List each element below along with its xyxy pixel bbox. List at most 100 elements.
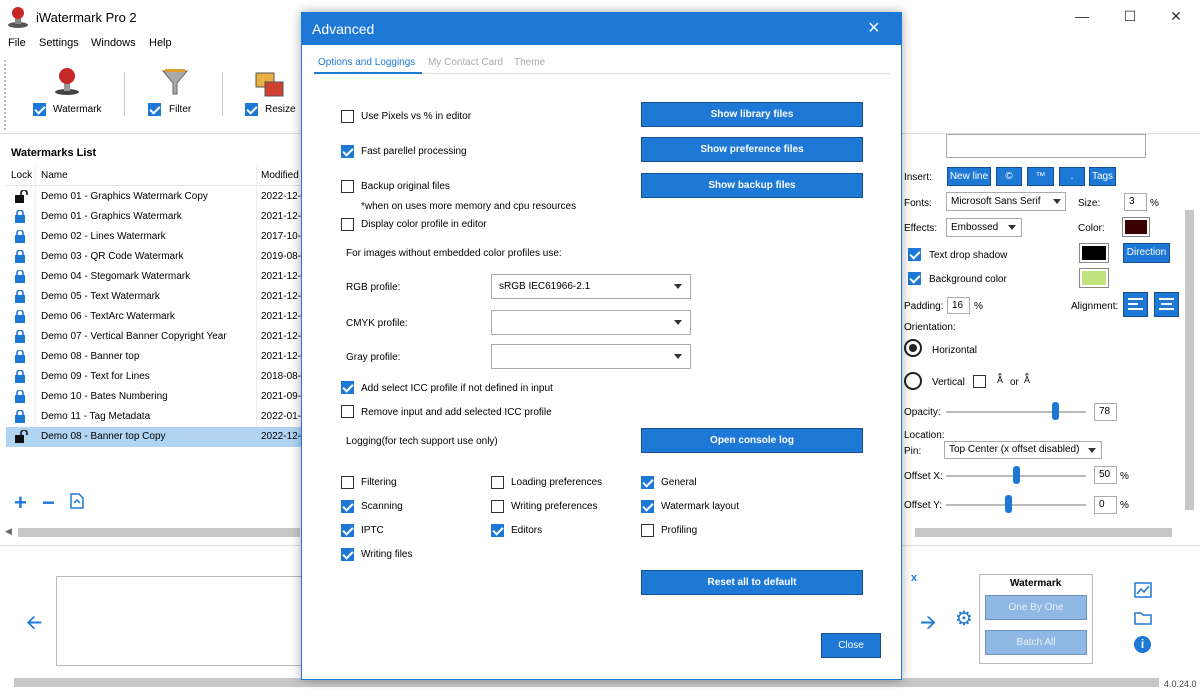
remove-icc-checkbox[interactable] <box>341 405 354 418</box>
lock-icon[interactable] <box>14 269 26 286</box>
table-row[interactable]: Demo 11 - Tag Metadata 2022-01- <box>6 407 302 427</box>
log-writing-prefs-checkbox[interactable] <box>491 500 504 513</box>
folder-open-icon[interactable] <box>1134 610 1152 629</box>
background-color-checkbox[interactable] <box>908 272 921 285</box>
display-color-profile-checkbox[interactable] <box>341 218 354 231</box>
menu-settings[interactable]: Settings <box>39 37 79 49</box>
vertical-radio[interactable] <box>904 372 922 390</box>
table-row[interactable]: Demo 07 - Vertical Banner Copyright Year… <box>6 327 302 347</box>
table-row[interactable]: Demo 08 - Banner top 2021-12- <box>6 347 302 367</box>
resize-images-icon[interactable] <box>255 70 285 100</box>
info-icon[interactable]: i <box>1134 636 1151 653</box>
offset-y-slider[interactable] <box>946 504 1086 506</box>
log-profiling-checkbox[interactable] <box>641 524 654 537</box>
align-center-icon[interactable] <box>1154 292 1179 317</box>
padding-input[interactable]: 16 <box>947 297 970 314</box>
insert-new-line-button[interactable]: New line <box>947 167 991 186</box>
fast-parallel-checkbox[interactable] <box>341 145 354 158</box>
text-color-swatch[interactable] <box>1122 217 1150 237</box>
filter-checkbox[interactable] <box>148 103 161 116</box>
watermark-text-input[interactable] <box>946 134 1146 158</box>
table-row[interactable]: Demo 08 - Banner top Copy 2022-12- <box>6 427 302 447</box>
log-filtering-checkbox[interactable] <box>341 476 354 489</box>
one-by-one-button[interactable]: One By One <box>985 595 1087 620</box>
table-row[interactable]: Demo 03 - QR Code Watermark 2019-08- <box>6 247 302 267</box>
unlock-icon[interactable] <box>14 429 28 446</box>
log-editors-checkbox[interactable] <box>491 524 504 537</box>
dialog-close-icon[interactable]: × <box>868 17 880 40</box>
table-row[interactable]: Demo 02 - Lines Watermark 2017-10- <box>6 227 302 247</box>
duplicate-watermark-icon[interactable] <box>70 493 84 512</box>
image-preview-icon[interactable] <box>1134 582 1152 601</box>
use-pixels-checkbox[interactable] <box>341 110 354 123</box>
rotate-text-up-icon[interactable]: Aͤ <box>997 375 1003 385</box>
lock-icon[interactable] <box>14 409 26 426</box>
add-icc-checkbox[interactable] <box>341 381 354 394</box>
offset-y-input[interactable]: 0 <box>1094 496 1117 514</box>
panel-vertical-scrollbar[interactable] <box>1185 210 1194 510</box>
table-row[interactable]: Demo 10 - Bates Numbering 2021-09- <box>6 387 302 407</box>
gray-profile-select[interactable] <box>491 344 691 369</box>
filter-funnel-icon[interactable] <box>160 68 190 98</box>
log-general-checkbox[interactable] <box>641 476 654 489</box>
lock-icon[interactable] <box>14 369 26 386</box>
effects-dropdown-icon[interactable] <box>1008 225 1016 230</box>
opacity-slider[interactable] <box>946 411 1086 413</box>
insert-trademark-button[interactable]: ™ <box>1027 167 1054 186</box>
tab-theme[interactable]: Theme <box>514 57 545 68</box>
unlock-icon[interactable] <box>14 189 28 206</box>
shadow-color-swatch[interactable] <box>1079 243 1109 263</box>
table-row[interactable]: Demo 01 - Graphics Watermark Copy 2022-12… <box>6 187 302 207</box>
opacity-slider-handle[interactable] <box>1052 402 1060 420</box>
close-window-icon[interactable]: ✕ <box>1164 6 1188 26</box>
vertical-rotate-checkbox[interactable] <box>973 375 986 388</box>
show-library-files-button[interactable]: Show library files <box>641 102 863 127</box>
settings-gear-icon[interactable]: ⚙ <box>955 606 973 631</box>
lock-icon[interactable] <box>14 209 26 226</box>
lock-icon[interactable] <box>14 349 26 366</box>
pin-dropdown-icon[interactable] <box>1088 448 1096 453</box>
watermark-stamp-icon[interactable] <box>52 66 82 96</box>
lock-icon[interactable] <box>14 249 26 266</box>
log-iptc-checkbox[interactable] <box>341 524 354 537</box>
col-name-header[interactable]: Name <box>41 170 68 181</box>
insert-copyright-button[interactable]: © <box>996 167 1022 186</box>
backup-original-checkbox[interactable] <box>341 180 354 193</box>
table-row[interactable]: Demo 04 - Stegomark Watermark 2021-12- <box>6 267 302 287</box>
font-select[interactable]: Microsoft Sans Serif <box>946 192 1066 211</box>
dialog-close-button[interactable]: Close <box>821 633 881 658</box>
offset-x-input[interactable]: 50 <box>1094 466 1117 484</box>
next-arrow-icon[interactable]: 🡪 <box>920 608 936 642</box>
show-backup-files-button[interactable]: Show backup files <box>641 173 863 198</box>
table-row[interactable]: Demo 09 - Text for Lines 2018-08- <box>6 367 302 387</box>
text-drop-shadow-checkbox[interactable] <box>908 248 921 261</box>
log-loading-prefs-checkbox[interactable] <box>491 476 504 489</box>
tab-options-and-loggings[interactable]: Options and Loggings <box>318 57 415 68</box>
pin-select[interactable]: Top Center (x offset disabled) <box>944 441 1102 459</box>
horizontal-radio[interactable] <box>904 339 922 357</box>
remove-watermark-icon[interactable]: − <box>42 490 55 516</box>
panel-horizontal-scrollbar[interactable] <box>915 528 1172 537</box>
align-left-icon[interactable] <box>1123 292 1148 317</box>
log-scanning-checkbox[interactable] <box>341 500 354 513</box>
table-row[interactable]: Demo 05 - Text Watermark 2021-12- <box>6 287 302 307</box>
col-modified-header[interactable]: Modified <box>261 170 299 181</box>
menu-file[interactable]: File <box>8 37 26 49</box>
minimize-icon[interactable]: — <box>1070 6 1094 26</box>
maximize-icon[interactable]: ☐ <box>1118 6 1142 26</box>
add-watermark-icon[interactable]: + <box>14 490 27 516</box>
insert-tags-button[interactable]: Tags <box>1089 167 1116 186</box>
open-console-log-button[interactable]: Open console log <box>641 428 863 453</box>
opacity-input[interactable]: 78 <box>1094 403 1117 421</box>
lock-icon[interactable] <box>14 289 26 306</box>
resize-checkbox[interactable] <box>245 103 258 116</box>
batch-all-button[interactable]: Batch All <box>985 630 1087 655</box>
watermark-checkbox[interactable] <box>33 103 46 116</box>
reset-all-to-default-button[interactable]: Reset all to default <box>641 570 863 595</box>
menu-help[interactable]: Help <box>149 37 172 49</box>
cmyk-profile-select[interactable] <box>491 310 691 335</box>
show-preference-files-button[interactable]: Show preference files <box>641 137 863 162</box>
background-color-swatch[interactable] <box>1079 268 1109 288</box>
size-input[interactable]: 3 <box>1124 193 1147 211</box>
insert-dot-button[interactable]: . <box>1059 167 1085 186</box>
